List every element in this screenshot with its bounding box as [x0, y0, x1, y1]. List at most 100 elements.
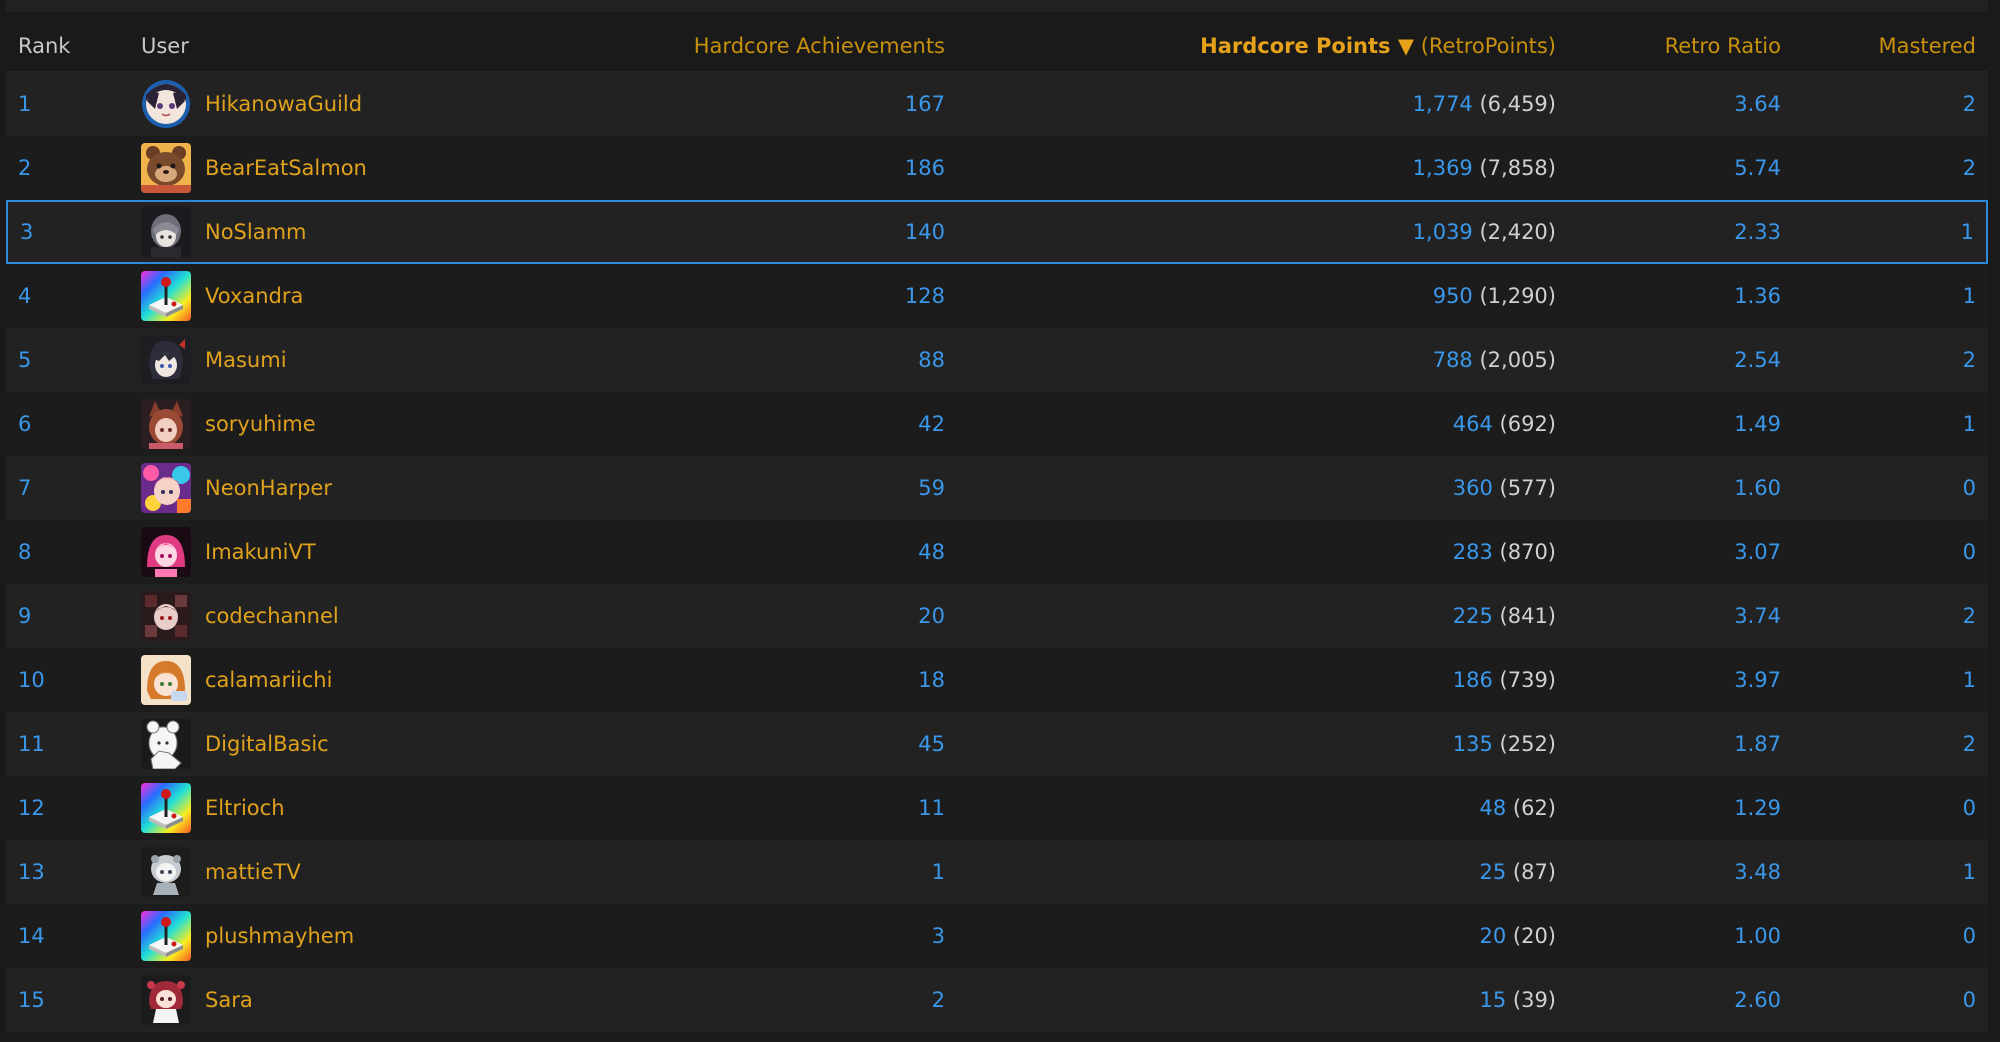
hardcore-points-value: 950 [1432, 284, 1473, 308]
username-link[interactable]: Sara [205, 988, 253, 1012]
user-cell: Voxandra [129, 264, 529, 328]
username-link[interactable]: Voxandra [205, 284, 303, 308]
rank-cell: 8 [6, 520, 129, 584]
user-avatar-icon[interactable] [141, 335, 191, 385]
mastered-cell: 0 [1793, 776, 1988, 840]
user-link-wrap[interactable]: Eltrioch [141, 782, 517, 834]
user-link-wrap[interactable]: BearEatSalmon [141, 142, 517, 194]
user-avatar-icon[interactable] [141, 847, 191, 897]
username-link[interactable]: plushmayhem [205, 924, 354, 948]
top-bar [6, 0, 1988, 12]
username-link[interactable]: Eltrioch [205, 796, 285, 820]
hardcore-points-value: 135 [1452, 732, 1493, 756]
rank-cell: 15 [6, 968, 129, 1032]
retro-ratio-column-header[interactable]: Retro Ratio [1568, 20, 1793, 72]
table-row: 4 Voxandra 128 950 (1,290) 1.36 1 [6, 264, 1988, 328]
table-row: 11 DigitalBasic 45 135 (252) 1.87 2 [6, 712, 1988, 776]
username-link[interactable]: ImakuniVT [205, 540, 316, 564]
user-link-wrap[interactable]: HikanowaGuild [141, 78, 517, 130]
rank-column-header: Rank [6, 20, 129, 72]
user-cell: soryuhime [129, 392, 529, 456]
retro-ratio-cell: 3.97 [1568, 648, 1793, 712]
user-cell: calamariichi [129, 648, 529, 712]
retropoints-value: (692) [1499, 412, 1556, 436]
retropoints-value: (252) [1499, 732, 1556, 756]
user-cell: Eltrioch [129, 776, 529, 840]
user-avatar-icon[interactable] [141, 911, 191, 961]
user-avatar-icon[interactable] [141, 527, 191, 577]
user-avatar-icon[interactable] [141, 719, 191, 769]
hardcore-achievements-cell: 128 [529, 264, 957, 328]
rank-cell: 14 [6, 904, 129, 968]
rank-cell: 5 [6, 328, 129, 392]
table-row: 15 Sara 2 15 (39) 2.60 0 [6, 968, 1988, 1032]
hardcore-achievements-cell: 11 [529, 776, 957, 840]
user-link-wrap[interactable]: Sara [141, 974, 517, 1026]
retro-ratio-cell: 3.64 [1568, 72, 1793, 136]
table-row: 5 Masumi 88 788 (2,005) 2.54 2 [6, 328, 1988, 392]
user-link-wrap[interactable]: Masumi [141, 334, 517, 386]
user-avatar-icon[interactable] [141, 399, 191, 449]
user-avatar-icon[interactable] [141, 271, 191, 321]
hardcore-points-cell: 1,039 (2,420) [957, 200, 1568, 264]
username-link[interactable]: DigitalBasic [205, 732, 329, 756]
user-avatar-icon[interactable] [141, 655, 191, 705]
hardcore-achievements-column-header[interactable]: Hardcore Achievements [529, 20, 957, 72]
user-link-wrap[interactable]: calamariichi [141, 654, 517, 706]
user-link-wrap[interactable]: NeonHarper [141, 462, 517, 514]
user-avatar-icon[interactable] [141, 975, 191, 1025]
username-link[interactable]: soryuhime [205, 412, 316, 436]
username-link[interactable]: codechannel [205, 604, 339, 628]
hardcore-points-cell: 48 (62) [957, 776, 1568, 840]
hardcore-achievements-cell: 20 [529, 584, 957, 648]
hardcore-points-value: 25 [1479, 860, 1507, 884]
mastered-column-header[interactable]: Mastered [1793, 20, 1988, 72]
mastered-cell: 0 [1793, 520, 1988, 584]
username-link[interactable]: calamariichi [205, 668, 332, 692]
user-avatar-icon[interactable] [141, 207, 191, 257]
table-row: 8 ImakuniVT 48 283 (870) 3.07 0 [6, 520, 1988, 584]
hardcore-achievements-cell: 45 [529, 712, 957, 776]
user-link-wrap[interactable]: ImakuniVT [141, 526, 517, 578]
hardcore-points-cell: 788 (2,005) [957, 328, 1568, 392]
user-link-wrap[interactable]: soryuhime [141, 398, 517, 450]
user-avatar-icon[interactable] [141, 143, 191, 193]
user-avatar-icon[interactable] [141, 591, 191, 641]
user-link-wrap[interactable]: mattieTV [141, 846, 517, 898]
username-link[interactable]: HikanowaGuild [205, 92, 362, 116]
retropoints-value: (39) [1512, 988, 1556, 1012]
table-row: 13 mattieTV 1 25 (87) 3.48 1 [6, 840, 1988, 904]
retro-ratio-cell: 1.60 [1568, 456, 1793, 520]
hardcore-points-value: 283 [1452, 540, 1493, 564]
username-link[interactable]: Masumi [205, 348, 287, 372]
rank-cell: 9 [6, 584, 129, 648]
username-link[interactable]: NeonHarper [205, 476, 332, 500]
hardcore-points-cell: 1,774 (6,459) [957, 72, 1568, 136]
user-link-wrap[interactable]: Voxandra [141, 270, 517, 322]
username-link[interactable]: NoSlamm [205, 220, 307, 244]
table-row: 1 HikanowaGuild 167 1,774 (6,459) 3.64 2 [6, 72, 1988, 136]
user-link-wrap[interactable]: codechannel [141, 590, 517, 642]
table-row: 7 NeonHarper 59 360 (577) 1.60 0 [6, 456, 1988, 520]
hardcore-achievements-cell: 140 [529, 200, 957, 264]
user-avatar-icon[interactable] [141, 79, 191, 129]
rank-cell: 6 [6, 392, 129, 456]
hardcore-achievements-cell: 18 [529, 648, 957, 712]
mastered-cell: 2 [1793, 72, 1988, 136]
username-link[interactable]: mattieTV [205, 860, 301, 884]
table-row: 14 plushmayhem 3 20 (20) 1.00 0 [6, 904, 1988, 968]
retropoints-value: (87) [1512, 860, 1556, 884]
username-link[interactable]: BearEatSalmon [205, 156, 367, 180]
user-avatar-icon[interactable] [141, 783, 191, 833]
user-avatar-icon[interactable] [141, 463, 191, 513]
user-cell: ImakuniVT [129, 520, 529, 584]
hardcore-points-column-header[interactable]: Hardcore Points ▼ (RetroPoints) [957, 20, 1568, 72]
user-link-wrap[interactable]: DigitalBasic [141, 718, 517, 770]
user-cell: plushmayhem [129, 904, 529, 968]
hardcore-points-cell: 186 (739) [957, 648, 1568, 712]
rank-cell: 2 [6, 136, 129, 200]
hardcore-points-sort-label[interactable]: Hardcore Points ▼ [1200, 34, 1414, 58]
user-link-wrap[interactable]: NoSlamm [141, 206, 517, 258]
user-column-header: User [129, 20, 529, 72]
user-link-wrap[interactable]: plushmayhem [141, 910, 517, 962]
